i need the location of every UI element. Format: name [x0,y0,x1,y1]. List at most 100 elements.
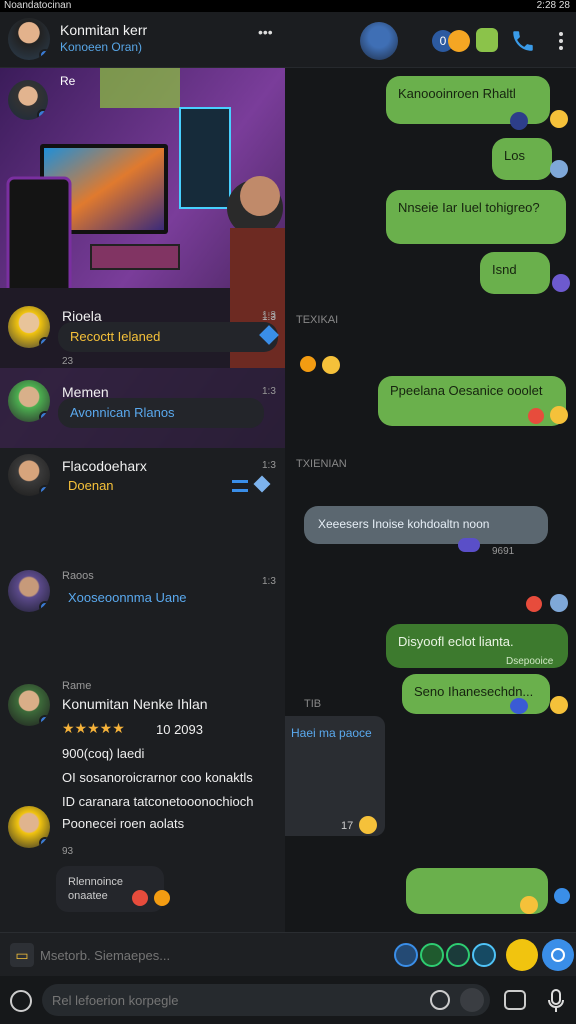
rating-stars: ★★★★★ [62,720,125,736]
list-item[interactable]: Rioela Recoctt Ielaned 1:3 23 [0,300,285,372]
list-item[interactable]: Flacodoeharx Doenan 1:3 [0,450,285,516]
phone-call-icon[interactable] [510,28,536,54]
reaction-icon [554,888,570,904]
system-label: TXIENIAN [296,458,347,470]
reaction-icon [510,698,528,714]
reaction-icon [526,596,542,612]
message-bubble-outgoing[interactable]: Los [492,138,552,180]
circle-action-icon[interactable] [472,943,496,967]
incoming-time: 9691 [492,546,515,557]
avatar [8,684,50,726]
message-bubble-outgoing[interactable]: Isnd [480,252,550,294]
outgoing-caption: Dsepooice [506,656,554,667]
detail-count: 93 [62,846,74,857]
sticker-pack-icon[interactable] [476,28,498,52]
tag-line-1: Rlennoince [68,876,124,888]
reaction-icon [552,274,570,292]
media-card-title: Haei ma paoce [291,726,372,740]
detail-line-2: ID caranara tatconetooonochioch [62,794,254,809]
list-item[interactable]: Memen Avonnican Rlanos 1:3 [0,376,285,448]
reaction-icon [550,696,568,714]
avatar [8,454,50,496]
header-subtitle: Konoeen Oran) [60,40,143,54]
verified-badge-icon [39,715,50,726]
compass-icon[interactable] [10,990,32,1012]
reaction-icon [520,896,538,914]
verified-badge-icon [39,49,50,60]
verified-badge-icon [39,837,50,848]
verified-badge-icon [39,337,50,348]
reaction-icon [528,408,544,424]
chat-preview: Avonnican Rlanos [70,405,175,420]
chat-time: 1:3 [262,310,276,321]
send-button[interactable] [542,939,574,971]
incoming-text: Xeeesers Inoise kohdoaltn noon [318,517,490,531]
clock-text: 2:28 28 [536,0,570,11]
emoji-button[interactable] [506,939,538,971]
chat-time: 1:3 [262,386,276,397]
menu-dots-icon[interactable]: ••• [258,24,273,40]
avatar [8,570,50,612]
circle-action-icon[interactable] [446,943,470,967]
reaction-icon [359,816,377,834]
list-item[interactable]: Raoos Xooseoonnma Uane 1:3 [0,564,285,624]
attach-icon[interactable]: ▭ [10,943,34,967]
message-composer: ▭ [0,932,576,976]
verified-badge-icon [39,601,50,612]
chat-preview: Xooseoonnma Uane [68,590,187,605]
camera-icon[interactable] [504,990,526,1010]
detail-line-3: Poonecei roen aolats [62,816,185,831]
rating-text: 10 2093 [156,722,203,737]
reaction-icon [300,356,316,372]
chat-name: Flacodoeharx [62,458,147,474]
tag-line-2: onaatee [68,890,108,902]
bottom-input-bar [0,976,576,1024]
status-bar: Noandatocinan 2:28 28 [0,0,576,12]
message-input[interactable] [40,941,380,969]
contact-avatar[interactable] [360,22,398,60]
avatar[interactable] [8,806,50,848]
chat-preview: Doenan [68,478,114,493]
message-bubble-outgoing[interactable]: Nnseie Iar Iuel tohigreo? [386,190,566,244]
chat-name: Raoos [62,570,94,582]
reaction-icon [322,356,340,374]
reaction-icon [550,594,568,612]
detail-author: Rame [62,680,92,692]
photo-sender-avatar[interactable] [8,80,48,120]
chat-time: 1:3 [262,576,276,587]
avatar [8,380,50,422]
detail-title: Konumitan Nenke Ihlan [62,696,208,712]
bottom-input[interactable] [52,988,422,1012]
bottom-search-field[interactable] [42,984,490,1016]
emoji-sticker-icon[interactable] [448,30,470,52]
verified-badge-icon [37,109,48,120]
microphone-icon[interactable] [546,988,566,1014]
reaction-icon [132,890,148,906]
chat-preview: Recoctt Ielaned [70,329,161,344]
record-icon[interactable] [460,988,484,1012]
verified-badge-icon [39,411,50,422]
header-avatar[interactable] [8,18,50,60]
list-icon [232,480,248,492]
carrier-text: Noandatocinan [4,0,72,11]
media-card[interactable]: Haei ma paoce 17 [285,716,385,836]
loop-icon[interactable] [430,990,450,1010]
avatar [8,306,50,348]
circle-action-icon[interactable] [394,943,418,967]
counter-value: 0 [439,34,447,48]
reaction-icon [458,538,480,552]
message-bubble-incoming[interactable]: Xeeesers Inoise kohdoaltn noon [304,506,548,544]
message-bubble-outgoing[interactable]: Seno Ihanesechdn... [402,674,550,714]
photo-label: Re [60,74,76,88]
overflow-menu-icon[interactable] [556,30,566,52]
system-label: TEXIKAI [296,314,339,326]
chat-header: Konmitan kerr Konoeen Oran) ••• 0 [0,12,576,68]
tag-pill[interactable]: Rlennoince onaatee [56,866,164,912]
verified-badge-icon [39,485,50,496]
header-title: Konmitan kerr [60,22,148,38]
circle-action-icon[interactable] [420,943,444,967]
chat-time: 1:3 [262,460,276,471]
reaction-icon [550,160,568,178]
reaction-icon [550,406,568,424]
price-text: 900(coq) laedi [62,746,145,761]
